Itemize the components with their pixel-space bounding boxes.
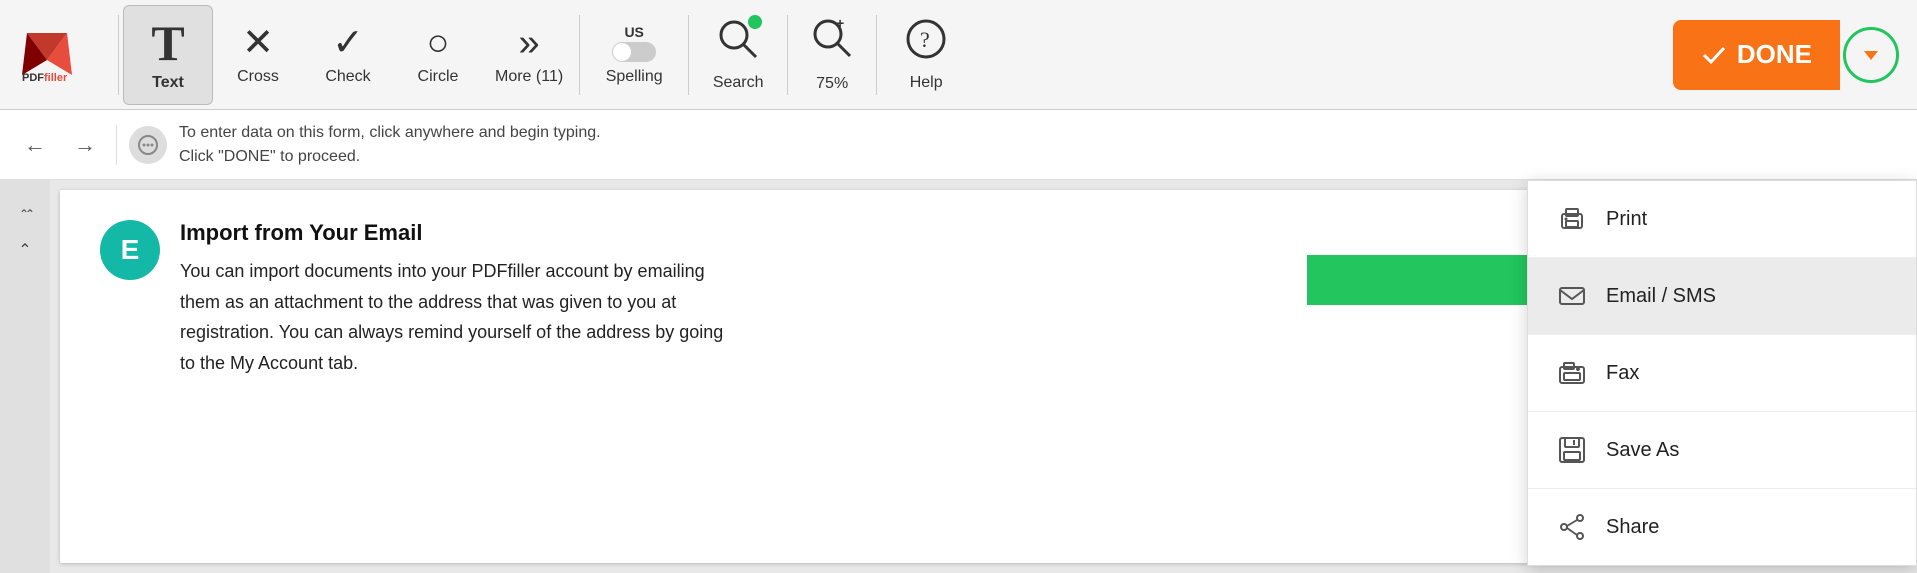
email-title: Import from Your Email: [180, 220, 723, 246]
dropdown-item-email-sms[interactable]: Email / SMS: [1528, 258, 1916, 335]
cross-icon: ✕: [242, 24, 274, 62]
info-bar: ← → To enter data on this form, click an…: [0, 110, 1917, 180]
done-button[interactable]: DONE: [1673, 20, 1840, 90]
toggle-knob: [613, 43, 631, 61]
text-icon: T: [151, 18, 184, 68]
us-label: US: [624, 24, 643, 40]
fax-label: Fax: [1606, 362, 1639, 385]
svg-text:+: +: [836, 16, 844, 31]
dropdown-item-save-as[interactable]: Save As: [1528, 412, 1916, 489]
zoom-label: 75%: [816, 75, 848, 93]
email-sms-label: Email / SMS: [1606, 285, 1716, 308]
toolbar-divider-5: [876, 15, 877, 95]
svg-text:?: ?: [920, 27, 930, 52]
tool-text[interactable]: T Text: [123, 5, 213, 105]
tool-more[interactable]: » More (11): [483, 5, 575, 105]
info-bar-divider: [116, 125, 117, 165]
avatar-letter: E: [121, 234, 140, 266]
help-icon: ?: [904, 17, 948, 68]
tool-check[interactable]: ✓ Check: [303, 5, 393, 105]
spelling-toggle-wrap: US: [612, 24, 656, 62]
email-icon: [1556, 280, 1588, 312]
scroll-top-button[interactable]: ⌃⌃: [7, 200, 43, 228]
tool-more-label: More (11): [495, 68, 563, 86]
info-bubble-icon: [129, 126, 167, 164]
spelling-label: Spelling: [606, 68, 663, 86]
more-icon: »: [519, 24, 540, 62]
email-body: You can import documents into your PDFfi…: [180, 256, 723, 378]
tool-check-label: Check: [325, 68, 370, 86]
info-line-2: Click "DONE" to proceed.: [179, 145, 601, 169]
print-label: Print: [1606, 208, 1647, 231]
print-icon: [1556, 203, 1588, 235]
tool-help[interactable]: ? Help: [881, 5, 971, 105]
left-controls: ⌃⌃ ⌃: [0, 180, 50, 573]
toolbar-divider-2: [579, 15, 580, 95]
spelling-toggle[interactable]: [612, 42, 656, 62]
avatar: E: [100, 220, 160, 280]
help-label: Help: [910, 74, 943, 92]
main-area: ⌃⌃ ⌃ E Import from Your Email You can im…: [0, 180, 1917, 573]
save-icon: [1556, 434, 1588, 466]
tool-circle[interactable]: ○ Circle: [393, 5, 483, 105]
svg-text:PDFfiller: PDFfiller: [22, 72, 68, 84]
toolbar: PDFfiller T Text ✕ Cross ✓ Check ○ Circl…: [0, 0, 1917, 110]
done-dropdown-button[interactable]: [1843, 27, 1899, 83]
toolbar-divider-3: [688, 15, 689, 95]
toolbar-divider-4: [787, 15, 788, 95]
search-label: Search: [713, 74, 764, 92]
email-text-block: Import from Your Email You can import do…: [180, 220, 723, 378]
share-icon: [1556, 511, 1588, 543]
tool-circle-label: Circle: [418, 68, 459, 86]
info-line-1: To enter data on this form, click anywhe…: [179, 121, 601, 145]
tool-search[interactable]: Search: [693, 5, 783, 105]
save-as-label: Save As: [1606, 439, 1679, 462]
dropdown-item-print[interactable]: Print: [1528, 181, 1916, 258]
dropdown-menu: Print Email / SMS Fax: [1527, 180, 1917, 566]
circle-icon: ○: [427, 24, 450, 62]
tool-text-label: Text: [152, 74, 184, 92]
search-magnifier-icon: [716, 17, 760, 68]
check-icon: ✓: [332, 24, 364, 62]
spelling-tool[interactable]: US Spelling: [584, 5, 684, 105]
toolbar-divider-1: [118, 15, 119, 95]
fax-icon: [1556, 357, 1588, 389]
zoom-tool[interactable]: + 75%: [792, 5, 872, 105]
search-icon-wrap: [716, 17, 760, 68]
logo: PDFfiller: [10, 25, 104, 85]
redo-button[interactable]: →: [66, 128, 104, 162]
tool-cross-label: Cross: [237, 68, 279, 86]
dropdown-item-fax[interactable]: Fax: [1528, 335, 1916, 412]
info-text: To enter data on this form, click anywhe…: [179, 121, 601, 169]
done-area: DONE: [1673, 20, 1907, 90]
tool-cross[interactable]: ✕ Cross: [213, 5, 303, 105]
scroll-up-button[interactable]: ⌃: [7, 236, 43, 264]
share-label: Share: [1606, 516, 1659, 539]
done-label: DONE: [1737, 39, 1812, 70]
zoom-icon: +: [810, 16, 854, 69]
undo-button[interactable]: ←: [16, 128, 54, 162]
dropdown-item-share[interactable]: Share: [1528, 489, 1916, 565]
